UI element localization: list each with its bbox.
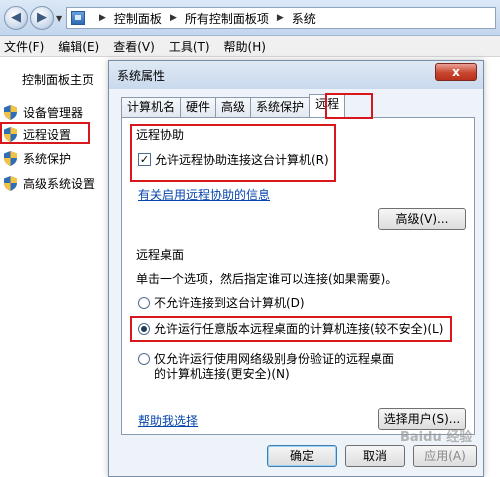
tab-bar: 计算机名 硬件 高级 系统保护 远程 (121, 94, 346, 117)
remote-assistance-info-link[interactable]: 有关启用远程协助的信息 (138, 186, 270, 203)
sidebar-item-system-protection[interactable]: 系统保护 (0, 148, 112, 168)
help-me-choose-link[interactable]: 帮助我选择 (138, 412, 198, 429)
sidebar-item-label: 高级系统设置 (23, 176, 96, 191)
breadcrumb-system[interactable]: 系统 (292, 10, 316, 27)
breadcrumb-all-items[interactable]: 所有控制面板项 (185, 10, 269, 27)
option-allow-nla-only[interactable]: 仅允许运行使用网络级别身份验证的远程桌面的计算机连接(更安全)(N) (138, 352, 394, 382)
cancel-button[interactable]: 取消 (345, 445, 405, 467)
remote-assistance-group: 远程协助 ✓ 允许远程协助连接这台计算机(R) 有关启用远程协助的信息 高级(V… (130, 124, 466, 230)
menu-bar: 文件(F) 编辑(E) 查看(V) 工具(T) 帮助(H) (0, 36, 500, 57)
left-pane: 控制面板主页 设备管理器 远程设置 系统保护 高级系统设置 (0, 57, 112, 477)
recent-pages-dropdown-icon[interactable]: ▼ (56, 14, 62, 23)
back-button[interactable]: ◀ (4, 6, 28, 30)
remote-tab-panel: 远程协助 ✓ 允许远程协助连接这台计算机(R) 有关启用远程协助的信息 高级(V… (121, 117, 475, 435)
remote-desktop-description: 单击一个选项，然后指定谁可以连接(如果需要)。 (136, 272, 398, 286)
navigation-bar: ◀ ▶ ▼ ▶ 控制面板 ▶ 所有控制面板项 ▶ 系统 (0, 0, 500, 36)
control-panel-home-link[interactable]: 控制面板主页 (22, 71, 94, 88)
chevron-right-icon[interactable]: ▶ (277, 13, 284, 23)
highlight-box (130, 316, 452, 342)
tab-advanced[interactable]: 高级 (215, 97, 252, 117)
tab-computer-name[interactable]: 计算机名 (121, 97, 182, 117)
menu-edit[interactable]: 编辑(E) (58, 38, 99, 55)
radio-button[interactable] (138, 297, 150, 309)
highlight-box (0, 122, 90, 144)
control-panel-icon (71, 11, 85, 25)
dialog-button-row: 确定 取消 应用(A) (109, 443, 483, 473)
option-dont-allow[interactable]: 不允许连接到这台计算机(D) (138, 296, 305, 311)
forward-button[interactable]: ▶ (30, 6, 54, 30)
radio-label: 仅允许运行使用网络级别身份验证的远程桌面的计算机连接(更安全)(N) (154, 352, 395, 381)
menu-help[interactable]: 帮助(H) (224, 38, 266, 55)
menu-file[interactable]: 文件(F) (4, 38, 44, 55)
sidebar-item-label: 系统保护 (23, 151, 72, 166)
sidebar-item-advanced-system-settings[interactable]: 高级系统设置 (0, 173, 112, 193)
sidebar-item-device-manager[interactable]: 设备管理器 (0, 102, 112, 122)
apply-button[interactable]: 应用(A) (413, 445, 477, 467)
ok-button[interactable]: 确定 (267, 445, 337, 467)
system-properties-dialog: 系统属性 x 计算机名 硬件 高级 系统保护 远程 远程协助 ✓ 允许远程协助连… (108, 60, 484, 477)
tab-system-protection[interactable]: 系统保护 (250, 97, 311, 117)
menu-view[interactable]: 查看(V) (113, 38, 155, 55)
watermark: Baidu 经验 (400, 430, 473, 445)
highlight-box (130, 124, 336, 182)
address-bar[interactable]: ▶ 控制面板 ▶ 所有控制面板项 ▶ 系统 (66, 7, 496, 29)
radio-button[interactable] (138, 353, 150, 365)
dialog-title-bar: 系统属性 x (109, 61, 483, 89)
chevron-right-icon[interactable]: ▶ (170, 13, 177, 23)
dialog-title: 系统属性 (117, 69, 166, 83)
remote-desktop-title: 远程桌面 (136, 248, 185, 262)
breadcrumb-control-panel[interactable]: 控制面板 (114, 10, 162, 27)
menu-tools[interactable]: 工具(T) (169, 38, 210, 55)
chevron-right-icon[interactable]: ▶ (99, 13, 106, 23)
tab-hardware[interactable]: 硬件 (180, 97, 217, 117)
remote-desktop-group: 远程桌面 单击一个选项，然后指定谁可以连接(如果需要)。 不允许连接到这台计算机… (130, 240, 466, 430)
shield-icon (4, 104, 17, 120)
advanced-button[interactable]: 高级(V)... (378, 208, 466, 230)
highlight-box (325, 93, 373, 119)
radio-label: 不允许连接到这台计算机(D) (154, 296, 305, 310)
close-button[interactable]: x (435, 63, 477, 81)
shield-icon (4, 175, 17, 191)
shield-icon (4, 150, 17, 166)
sidebar-item-label: 设备管理器 (23, 105, 84, 120)
